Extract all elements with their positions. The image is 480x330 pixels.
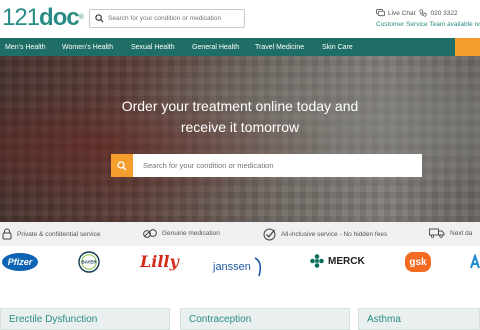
phone-icon (419, 9, 428, 17)
category-section: Erectile Dysfunction Contraception Asthm… (0, 282, 480, 330)
hero-headline-line1: Order your treatment online today and (121, 98, 359, 114)
janssen-logo: janssen (213, 256, 265, 278)
bayer-logo-text: BAYER (81, 260, 97, 265)
hero-banner: Order your treatment online today and re… (0, 56, 480, 222)
header-search[interactable] (89, 9, 245, 28)
logo-text: doc (39, 4, 80, 31)
site-header: 121doc® Live Chat 020 3322 Customer Serv… (0, 0, 480, 38)
chat-icon (376, 9, 385, 17)
nav-skin-care[interactable]: Skin Care (322, 44, 353, 51)
pills-icon (143, 229, 157, 238)
nav-orange-tab[interactable] (455, 38, 480, 56)
hero-headline: Order your treatment online today and re… (0, 96, 480, 138)
hero-overlay (0, 56, 480, 222)
brand-logos: Pfizer BAYER Lilly janssen MERCK gsk (0, 246, 480, 282)
availability-text: Customer Service Team available now (376, 21, 480, 28)
gsk-logo: gsk (405, 252, 431, 272)
usp-next-day-label: Next da (450, 229, 473, 237)
usp-genuine: Genuine medication (143, 228, 220, 239)
partial-brand-logo (470, 252, 480, 270)
janssen-swoosh-icon (254, 257, 262, 277)
merck-logo: MERCK (310, 254, 365, 268)
hero-search[interactable] (111, 154, 422, 177)
contact-block: Live Chat 020 3322 Customer Service Team… (376, 8, 480, 28)
merck-mark-icon (310, 254, 324, 268)
page: 121doc® Live Chat 020 3322 Customer Serv… (0, 0, 480, 330)
live-chat-link[interactable]: Live Chat (376, 9, 415, 17)
merck-logo-text: MERCK (328, 255, 365, 267)
logo-number: 121 (2, 4, 40, 31)
hero-search-button[interactable] (111, 154, 133, 177)
pfizer-logo: Pfizer (2, 253, 38, 271)
nav-sexual-health[interactable]: Sexual Health (131, 44, 175, 51)
live-chat-label: Live Chat (388, 9, 416, 17)
usp-genuine-label: Genuine medication (162, 230, 220, 237)
nav-mens-health[interactable]: Men's Health (5, 44, 46, 51)
check-circle-icon (263, 228, 276, 241)
category-asthma[interactable]: Asthma (358, 308, 480, 330)
header-search-input[interactable] (108, 15, 242, 22)
usp-all-inclusive: All-inclusive service - No hidden fees (263, 228, 387, 241)
nav-general-health[interactable]: General Health (192, 44, 239, 51)
janssen-logo-text: janssen (213, 261, 251, 273)
hero-search-input[interactable] (143, 161, 413, 170)
usp-next-day: Next da (429, 228, 472, 238)
main-nav: Men's Health Women's Health Sexual Healt… (0, 38, 480, 56)
logo-registered: ® (78, 14, 84, 21)
padlock-icon (2, 228, 12, 240)
hero-headline-line2: receive it tomorrow (180, 119, 300, 135)
usp-all-inclusive-label: All-inclusive service - No hidden fees (281, 231, 388, 238)
nav-womens-health[interactable]: Women's Health (62, 44, 113, 51)
usp-private: Private & confidential service (2, 228, 100, 240)
delivery-truck-icon (429, 228, 445, 238)
search-icon (117, 160, 127, 170)
bayer-logo: BAYER (78, 251, 100, 273)
usp-bar: Private & confidential service Genuine m… (0, 222, 480, 246)
phone-number: 020 3322 (430, 9, 458, 17)
category-contraception[interactable]: Contraception (180, 308, 350, 330)
category-erectile-dysfunction[interactable]: Erectile Dysfunction (0, 308, 170, 330)
phone-link[interactable]: 020 3322 (419, 9, 458, 17)
lilly-logo: Lilly (140, 252, 179, 271)
site-logo[interactable]: 121doc® (2, 4, 84, 31)
nav-travel-medicine[interactable]: Travel Medicine (255, 44, 304, 51)
search-icon[interactable] (90, 10, 108, 27)
usp-private-label: Private & confidential service (17, 230, 101, 238)
